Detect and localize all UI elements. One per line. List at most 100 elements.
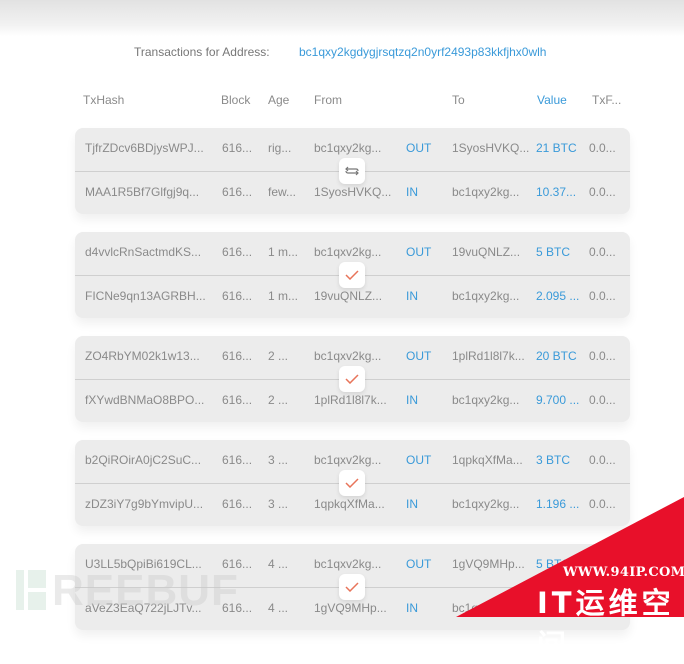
tx-direction: OUT	[406, 141, 432, 155]
tx-block[interactable]: 616...	[222, 185, 252, 199]
tx-direction: IN	[406, 289, 418, 303]
tx-from[interactable]: 1plRd1l8l7k...	[314, 393, 387, 407]
tx-age: 4 ...	[268, 557, 289, 571]
tx-value: 5 BTC	[536, 245, 571, 259]
tx-direction: IN	[406, 601, 418, 615]
tx-age: 4 ...	[268, 601, 289, 615]
table-header: TxHash Block Age From To Value TxF...	[0, 93, 684, 109]
tx-hash[interactable]: fXYwdBNMaO8BPO...	[85, 393, 204, 407]
table-row[interactable]: aVeZ3EaQ722jLJTv... 616... 4 ... 1gVQ9MH…	[75, 601, 630, 621]
tx-block[interactable]: 616...	[222, 245, 252, 259]
tx-block[interactable]: 616...	[222, 349, 252, 363]
tx-hash[interactable]: FICNe9qn13AGRBH...	[85, 289, 206, 303]
tx-hash[interactable]: b2QiROirA0jC2SuC...	[85, 453, 201, 467]
tx-value: 1.196 ...	[536, 497, 580, 511]
tx-age: 2 ...	[268, 393, 289, 407]
tx-from[interactable]: bc1qxy2kg...	[314, 141, 381, 155]
transaction-pair-card: ZO4RbYM02k1w13... 616... 2 ... bc1qxv2kg…	[75, 336, 630, 422]
transaction-pair-card: d4vvlcRnSactmdKS... 616... 1 m... bc1qxv…	[75, 232, 630, 318]
tx-block[interactable]: 616...	[222, 141, 252, 155]
tx-direction: OUT	[406, 453, 432, 467]
tx-hash[interactable]: U3LL5bQpiBi619CL...	[85, 557, 202, 571]
tx-to[interactable]: 1qpkqXfMa...	[452, 453, 523, 467]
tx-age: 3 ...	[268, 453, 289, 467]
column-header-age[interactable]: Age	[268, 93, 289, 107]
tx-from[interactable]: bc1qxv2kg...	[314, 349, 381, 363]
tx-value: 21 BTC	[536, 141, 577, 155]
tx-to[interactable]: bc1qxy2kg...	[452, 497, 519, 511]
tx-from[interactable]: 1gVQ9MHp...	[314, 601, 387, 615]
tx-to[interactable]: 1SyosHVKQ...	[452, 141, 529, 155]
tx-direction: OUT	[406, 245, 432, 259]
tx-to[interactable]: 19vuQNLZ...	[452, 245, 520, 259]
tx-block[interactable]: 616...	[222, 601, 252, 615]
tx-from[interactable]: 19vuQNLZ...	[314, 289, 382, 303]
tx-block[interactable]: 616...	[222, 289, 252, 303]
table-row[interactable]: MAA1R5Bf7Glfgj9q... 616... few... 1SyosH…	[75, 185, 630, 205]
transaction-pair-card: U3LL5bQpiBi619CL... 616... 4 ... bc1qxv2…	[75, 544, 630, 630]
transaction-pair-card: b2QiROirA0jC2SuC... 616... 3 ... bc1qxv2…	[75, 440, 630, 526]
column-header-value[interactable]: Value	[537, 93, 567, 107]
tx-from[interactable]: 1SyosHVKQ...	[314, 185, 391, 199]
tx-to[interactable]: bc1qxy2kg...	[452, 289, 519, 303]
tx-hash[interactable]: MAA1R5Bf7Glfgj9q...	[85, 185, 199, 199]
tx-fee: 0.0...	[589, 497, 616, 511]
column-header-txfee[interactable]: TxF...	[592, 93, 621, 107]
tx-from[interactable]: bc1qxv2kg...	[314, 245, 381, 259]
tx-block[interactable]: 616...	[222, 497, 252, 511]
table-row[interactable]: FICNe9qn13AGRBH... 616... 1 m... 19vuQNL…	[75, 289, 630, 309]
column-header-txhash[interactable]: TxHash	[83, 93, 124, 107]
tx-value: 20 BTC	[536, 349, 577, 363]
checkmark-icon	[345, 582, 359, 592]
checkmark-icon	[345, 478, 359, 488]
tx-direction: IN	[406, 393, 418, 407]
tx-fee: 0.0...	[589, 141, 616, 155]
tx-to[interactable]: 1gVQ9MHp...	[452, 557, 525, 571]
tx-to[interactable]: bc1qxy2kg...	[452, 601, 519, 615]
link-badge[interactable]	[339, 470, 365, 496]
tx-to[interactable]: 1plRd1l8l7k...	[452, 349, 525, 363]
swap-arrows-icon	[345, 166, 359, 176]
tx-fee: 0.0...	[589, 245, 616, 259]
tx-to[interactable]: bc1qxy2kg...	[452, 185, 519, 199]
column-header-from[interactable]: From	[314, 93, 342, 107]
table-row[interactable]: fXYwdBNMaO8BPO... 616... 2 ... 1plRd1l8l…	[75, 393, 630, 413]
tx-block[interactable]: 616...	[222, 557, 252, 571]
checkmark-icon	[345, 270, 359, 280]
tx-hash[interactable]: d4vvlcRnSactmdKS...	[85, 245, 201, 259]
tx-from[interactable]: bc1qxv2kg...	[314, 557, 381, 571]
tx-age: few...	[268, 185, 297, 199]
tx-fee: 0.0...	[589, 393, 616, 407]
tx-age: 1 m...	[268, 289, 299, 303]
tx-value: 9.700 ...	[536, 393, 580, 407]
tx-fee: 0.0...	[589, 349, 616, 363]
tx-fee: 0.0...	[589, 185, 616, 199]
top-toolbar-shadow	[0, 0, 684, 36]
tx-value: 3 BTC	[536, 453, 571, 467]
address-link[interactable]: bc1qxy2kgdygjrsqtzq2n0yrf2493p83kkfjhx0w…	[299, 45, 546, 59]
column-header-block[interactable]: Block	[221, 93, 250, 107]
tx-age: 2 ...	[268, 349, 289, 363]
tx-hash[interactable]: zDZ3iY7g9bYmvipU...	[85, 497, 203, 511]
tx-fee: 0.0...	[589, 453, 616, 467]
link-badge[interactable]	[339, 158, 365, 184]
tx-from[interactable]: bc1qxv2kg...	[314, 453, 381, 467]
column-header-to[interactable]: To	[452, 93, 465, 107]
transaction-pair-card: TjfrZDcv6BDjysWPJ... 616... rig... bc1qx…	[75, 128, 630, 214]
tx-block[interactable]: 616...	[222, 393, 252, 407]
tx-to[interactable]: bc1qxy2kg...	[452, 393, 519, 407]
table-row[interactable]: zDZ3iY7g9bYmvipU... 616... 3 ... 1qpkqXf…	[75, 497, 630, 517]
tx-age: 1 m...	[268, 245, 299, 259]
link-badge[interactable]	[339, 262, 365, 288]
link-badge[interactable]	[339, 366, 365, 392]
tx-hash[interactable]: ZO4RbYM02k1w13...	[85, 349, 200, 363]
tx-age: rig...	[268, 141, 292, 155]
checkmark-icon	[345, 374, 359, 384]
tx-value: 10.37...	[536, 185, 577, 199]
link-badge[interactable]	[339, 574, 365, 600]
tx-direction: OUT	[406, 557, 432, 571]
tx-from[interactable]: 1qpkqXfMa...	[314, 497, 385, 511]
tx-hash[interactable]: aVeZ3EaQ722jLJTv...	[85, 601, 202, 615]
tx-hash[interactable]: TjfrZDcv6BDjysWPJ...	[85, 141, 204, 155]
tx-block[interactable]: 616...	[222, 453, 252, 467]
